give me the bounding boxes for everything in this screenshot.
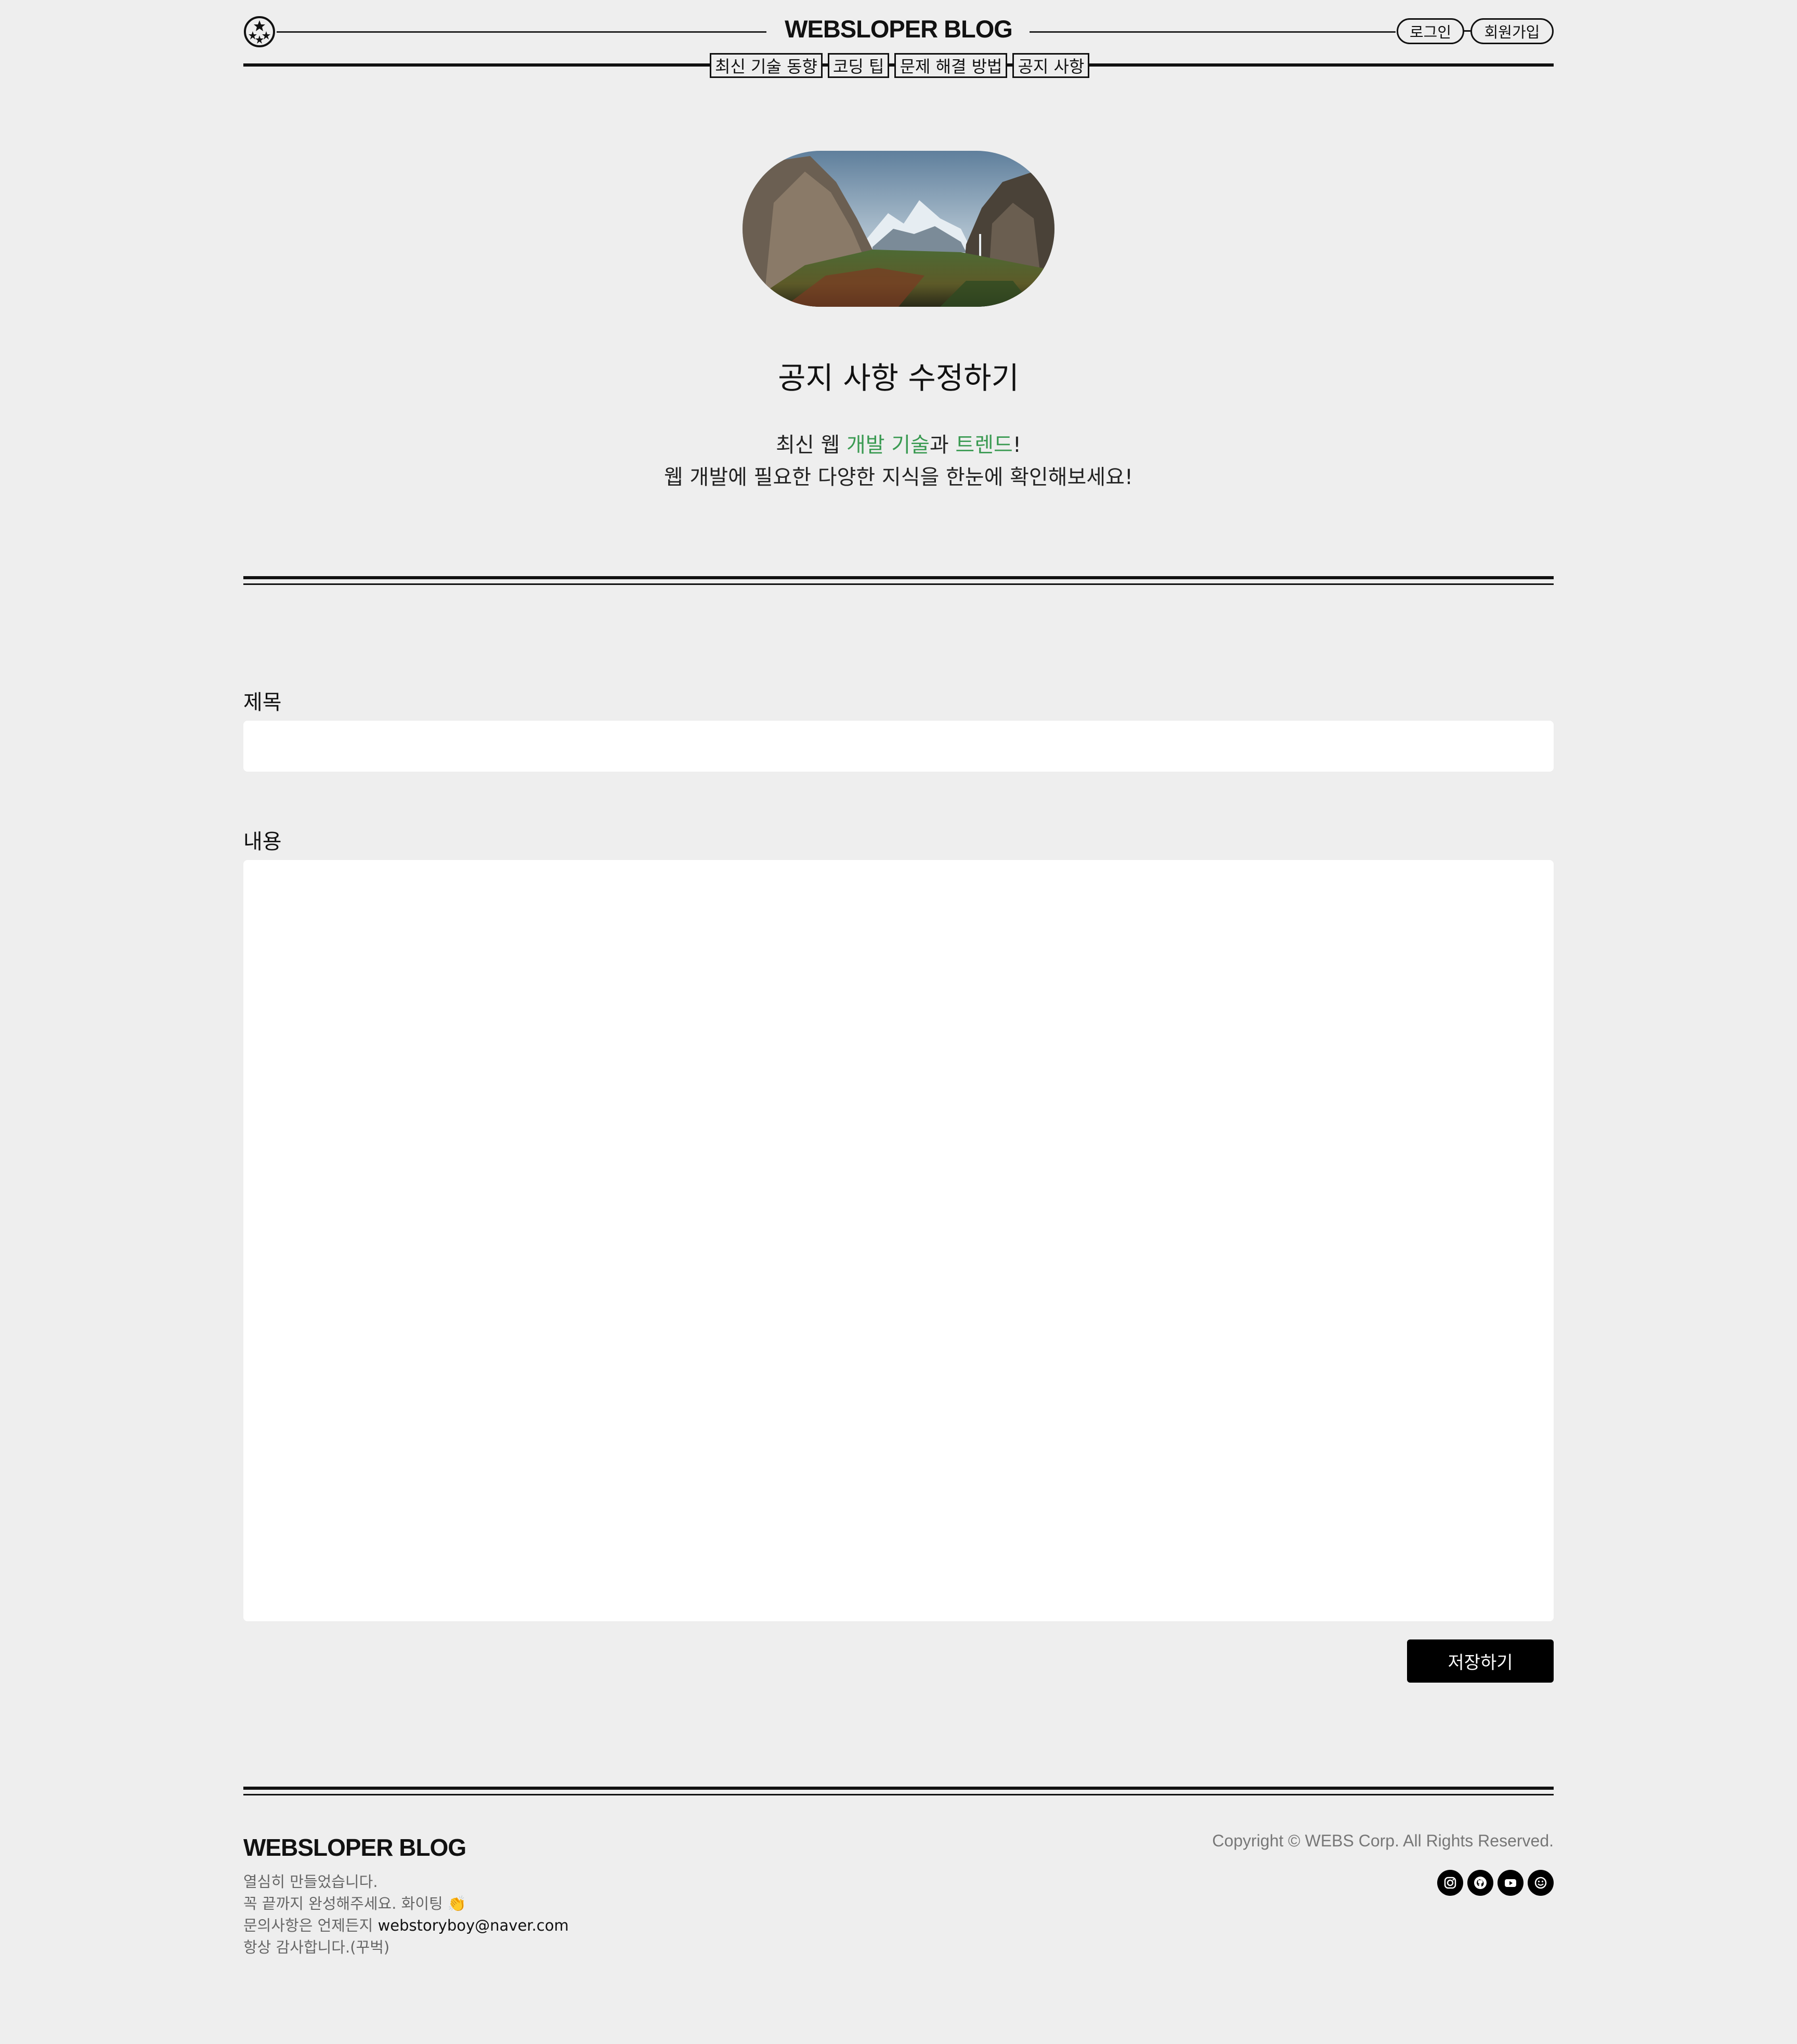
- content-label: 내용: [243, 830, 282, 854]
- footer-divider: [243, 1787, 1554, 1795]
- auth-links: 로그인 회원가입: [1397, 18, 1554, 44]
- site-brand[interactable]: WEBSLOPER BLOG: [784, 15, 1013, 43]
- footer-contact-text: 문의사항은 언제든지: [243, 1917, 378, 1934]
- desc-highlight: 트렌드: [955, 433, 1013, 457]
- nav-separator: [822, 64, 828, 67]
- github-icon[interactable]: [1467, 1870, 1493, 1896]
- nav-separator: [1007, 64, 1013, 67]
- content-textarea[interactable]: [243, 860, 1554, 1621]
- desc-highlight: 개발 기술: [846, 433, 930, 457]
- desc-text: !: [1012, 433, 1021, 457]
- desc-text: 최신 웹: [776, 433, 847, 457]
- main-nav: 최신 기술 동향 코딩 팁 문제 해결 방법 공지 사항: [710, 53, 1090, 78]
- login-button[interactable]: 로그인: [1397, 18, 1464, 44]
- title-label: 제목: [243, 691, 282, 714]
- youtube-icon[interactable]: [1498, 1870, 1523, 1896]
- footer-email-link[interactable]: webstoryboy@naver.com: [378, 1917, 569, 1934]
- page-title: 공지 사항 수정하기: [778, 360, 1019, 396]
- footer-info: 열심히 만들었습니다. 꼭 끝까지 완성해주세요. 화이팅 👏 문의사항은 언제…: [243, 1871, 569, 1958]
- instagram-icon[interactable]: [1437, 1870, 1463, 1896]
- hero-desc-line2: 웹 개발에 필요한 다양한 지식을 한눈에 확인해보세요!: [664, 465, 1133, 489]
- save-button[interactable]: 저장하기: [1407, 1639, 1554, 1683]
- hero-description: 최신 웹 개발 기술과 트렌드! 웹 개발에 필요한 다양한 지식을 한눈에 확…: [243, 429, 1554, 493]
- footer-line: 꼭 끝까지 완성해주세요. 화이팅 👏: [243, 1895, 467, 1912]
- copyright: Copyright © WEBS Corp. All Rights Reserv…: [1212, 1831, 1554, 1850]
- star-circle-icon[interactable]: [243, 16, 276, 48]
- nav-separator: [889, 64, 895, 67]
- smile-icon[interactable]: [1528, 1870, 1554, 1896]
- desc-text: 과: [929, 433, 956, 457]
- nav-item-troubleshooting[interactable]: 문제 해결 방법: [894, 53, 1008, 78]
- footer-brand[interactable]: WEBSLOPER BLOG: [243, 1833, 466, 1861]
- header-rule-left: [277, 31, 766, 33]
- nav-item-coding-tips[interactable]: 코딩 팁: [827, 53, 890, 78]
- footer-line: 항상 감사합니다.(꾸벅): [243, 1938, 390, 1956]
- social-links: [1437, 1870, 1554, 1896]
- signup-button[interactable]: 회원가입: [1464, 18, 1554, 44]
- hero-desc-line1: 최신 웹 개발 기술과 트렌드!: [243, 429, 1554, 461]
- hero-image: [743, 151, 1054, 307]
- footer-line: 문의사항은 언제든지 webstoryboy@naver.com: [243, 1915, 569, 1936]
- header-rule-right: [1030, 31, 1396, 33]
- footer-line: 열심히 만들었습니다.: [243, 1873, 378, 1891]
- title-input[interactable]: [243, 721, 1554, 772]
- nav-item-tech-trends[interactable]: 최신 기술 동향: [710, 53, 823, 78]
- nav-item-notices[interactable]: 공지 사항: [1012, 53, 1090, 78]
- section-divider: [243, 576, 1554, 585]
